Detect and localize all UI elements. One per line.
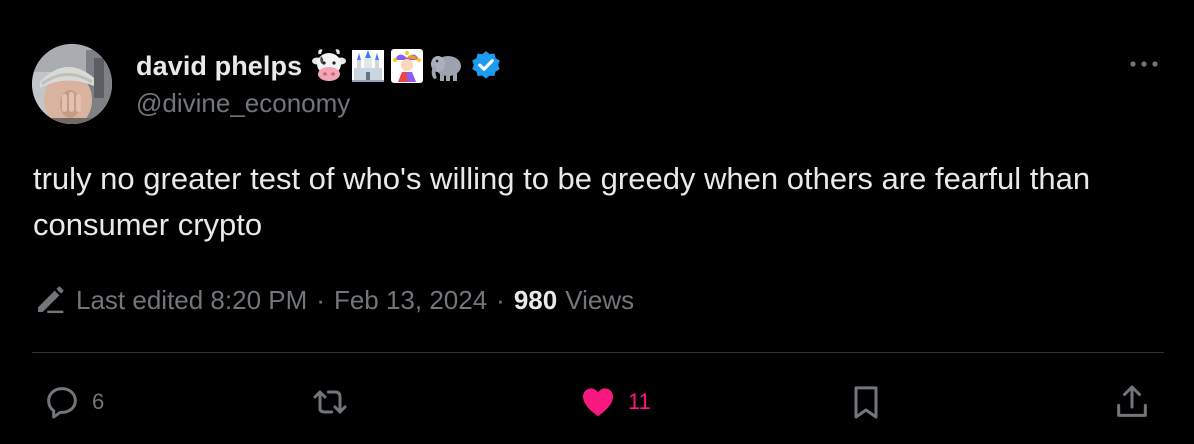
like-count: 11 [628, 389, 651, 414]
author-name-row: david phelps [136, 46, 503, 86]
like-button[interactable]: 11 [578, 381, 651, 423]
views-count[interactable]: 980 [514, 285, 557, 316]
repost-button[interactable] [310, 381, 360, 423]
meta-separator: · [496, 284, 505, 315]
bookmark-button[interactable] [846, 381, 886, 423]
verified-badge-icon[interactable] [469, 49, 503, 83]
tweet-card: david phelps @divine_economy truly no gr… [0, 0, 1194, 444]
share-icon [1117, 385, 1147, 417]
share-button[interactable] [1112, 381, 1152, 423]
post-date[interactable]: Feb 13, 2024 [334, 285, 487, 316]
pencil-icon [38, 286, 64, 314]
divider [32, 352, 1164, 353]
bookmark-icon [854, 386, 878, 419]
author-handle[interactable]: @divine_economy [136, 88, 350, 119]
reply-button[interactable]: 6 [42, 381, 104, 423]
jester-icon [391, 49, 424, 83]
heart-filled-icon [583, 388, 613, 417]
tweet-text: truly no greater test of who's willing t… [33, 161, 1091, 242]
edited-timestamp[interactable]: Last edited 8:20 PM [76, 285, 307, 316]
views-label[interactable]: Views [565, 285, 634, 316]
avatar[interactable] [32, 44, 112, 124]
reply-icon [47, 387, 77, 419]
elephant-icon [431, 56, 462, 81]
reply-count: 6 [92, 389, 105, 414]
more-options-icon[interactable] [1128, 52, 1160, 76]
tweet-meta: Last edited 8:20 PM · Feb 13, 2024 · 980… [34, 280, 634, 320]
avatar-photo [32, 44, 112, 124]
meta-separator: · [316, 284, 325, 315]
cow-face-icon [312, 49, 347, 81]
castle-icon [352, 50, 385, 82]
repost-icon [313, 390, 347, 414]
author-display-name[interactable]: david phelps [136, 51, 302, 82]
